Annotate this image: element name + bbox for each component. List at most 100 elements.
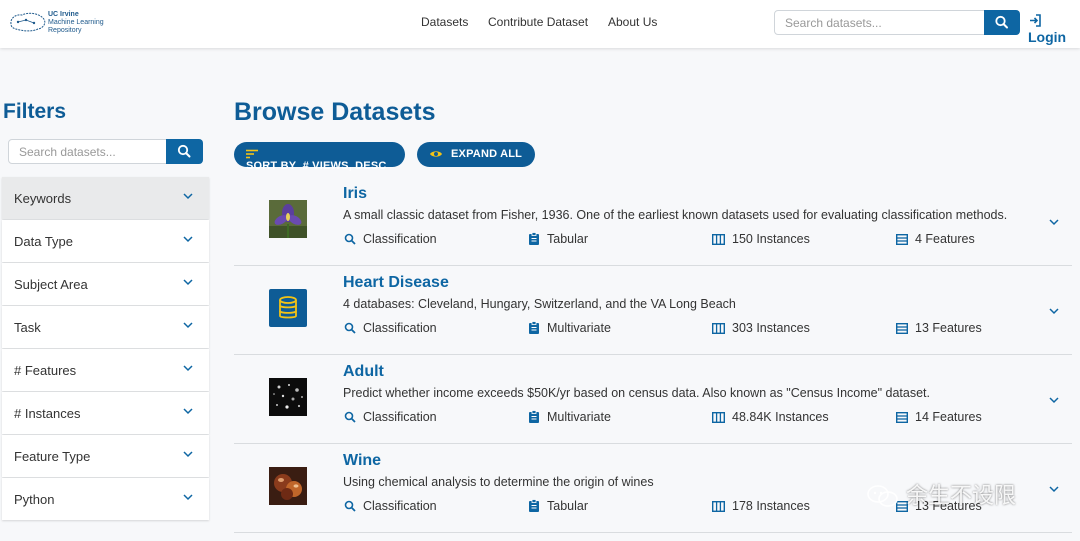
chevron-down-icon [183, 494, 193, 501]
clipboard-icon [529, 499, 539, 512]
watermark: 余生不设限 [866, 478, 1016, 510]
dataset-description: Predict whether income exceeds $50K/yr b… [343, 386, 930, 400]
filters-title: Filters [3, 100, 67, 123]
search-icon [344, 322, 356, 334]
data-type-label: Multivariate [547, 410, 611, 424]
dataset-data-type: Multivariate [528, 321, 611, 335]
columns-icon [711, 233, 726, 246]
dataset-name[interactable]: Iris [343, 185, 367, 203]
dataset-task: Classification [344, 232, 437, 246]
filter-feature-type[interactable]: Feature Type [2, 435, 209, 477]
task-label: Classification [363, 321, 437, 335]
dataset-description: A small classic dataset from Fisher, 193… [343, 208, 1008, 222]
logo-text: UC Irvine Machine Learning Repository [48, 11, 104, 35]
dataset-instances: 178 Instances [711, 499, 810, 513]
columns-icon [711, 322, 726, 335]
features-label: 14 Features [915, 410, 982, 424]
dataset-instances: 48.84K Instances [711, 410, 829, 424]
logo-map-icon [10, 12, 46, 32]
chevron-down-icon [183, 322, 193, 329]
task-label: Classification [363, 499, 437, 513]
database-icon [269, 289, 307, 327]
filter-instances[interactable]: # Instances [2, 392, 209, 434]
dataset-data-type: Tabular [528, 232, 588, 246]
sidebar-search-button[interactable] [166, 139, 203, 164]
chevron-down-icon [183, 279, 193, 286]
logo-line: UC Irvine [48, 11, 79, 18]
instances-label: 150 Instances [732, 232, 810, 246]
columns-icon [711, 411, 726, 424]
task-label: Classification [363, 232, 437, 246]
dataset-features: 14 Features [895, 410, 982, 424]
search-icon [177, 144, 191, 158]
dataset-thumbnail [269, 200, 307, 238]
filter-features[interactable]: # Features [2, 349, 209, 391]
dataset-row-iris[interactable]: Iris A small classic dataset from Fisher… [234, 177, 1072, 266]
filter-keywords[interactable]: Keywords [2, 177, 209, 219]
data-type-label: Tabular [547, 232, 588, 246]
nav-datasets[interactable]: Datasets [421, 15, 468, 29]
top-header: UC Irvine Machine Learning Repository Da… [0, 0, 1080, 48]
nav-contribute-dataset[interactable]: Contribute Dataset [488, 15, 588, 29]
dataset-features: 13 Features [895, 321, 982, 335]
dataset-thumbnail [269, 378, 307, 416]
expand-all-label: EXPAND ALL [451, 148, 523, 160]
dataset-thumbnail [269, 289, 307, 327]
sort-icon [246, 149, 258, 159]
dataset-name[interactable]: Wine [343, 452, 381, 470]
data-type-label: Multivariate [547, 321, 611, 335]
rows-icon [895, 322, 909, 335]
features-label: 13 Features [915, 321, 982, 335]
logo-line: Machine Learning [48, 19, 104, 26]
sort-label: SORT BY # VIEWS, DESC [246, 160, 387, 172]
login-link[interactable]: Login [1028, 13, 1080, 45]
filter-data-type[interactable]: Data Type [2, 220, 209, 262]
filter-label: Task [14, 320, 41, 335]
sort-button[interactable]: SORT BY # VIEWS, DESC [234, 142, 405, 172]
search-icon [344, 500, 356, 512]
rows-icon [895, 233, 909, 246]
uci-logo[interactable]: UC Irvine Machine Learning Repository [8, 10, 104, 36]
wechat-icon [867, 485, 898, 507]
instances-label: 178 Instances [732, 499, 810, 513]
chevron-down-icon[interactable] [1049, 396, 1059, 404]
dataset-row-adult[interactable]: Adult Predict whether income exceeds $50… [234, 355, 1072, 444]
dataset-task: Classification [344, 321, 437, 335]
dataset-row-heart-disease[interactable]: Heart Disease 4 databases: Cleveland, Hu… [234, 266, 1072, 355]
dataset-name[interactable]: Adult [343, 363, 384, 381]
filter-subject-area[interactable]: Subject Area [2, 263, 209, 305]
header-search-input[interactable]: Search datasets... [774, 10, 985, 35]
chevron-down-icon[interactable] [1049, 307, 1059, 315]
dataset-thumbnail [269, 467, 307, 505]
filter-label: Data Type [14, 234, 74, 249]
filter-task[interactable]: Task [2, 306, 209, 348]
filter-label: # Instances [14, 406, 81, 421]
filter-label: Feature Type [14, 449, 91, 464]
filter-label: Keywords [14, 191, 72, 206]
expand-all-button[interactable]: EXPAND ALL [417, 142, 535, 167]
search-icon [995, 15, 1008, 29]
dataset-description: 4 databases: Cleveland, Hungary, Switzer… [343, 297, 736, 311]
sidebar-search-input[interactable]: Search datasets... [8, 139, 167, 164]
search-icon [344, 411, 356, 423]
dataset-data-type: Multivariate [528, 410, 611, 424]
chevron-down-icon [183, 193, 193, 200]
eye-icon [430, 151, 442, 157]
nav-about-us[interactable]: About Us [608, 15, 657, 29]
rows-icon [895, 411, 909, 424]
dataset-data-type: Tabular [528, 499, 588, 513]
dataset-name[interactable]: Heart Disease [343, 274, 449, 292]
iris-flower-image [269, 200, 307, 238]
chevron-down-icon [183, 365, 193, 372]
data-type-label: Tabular [547, 499, 588, 513]
filter-label: # Features [14, 363, 77, 378]
header-search-button[interactable] [984, 10, 1020, 35]
filter-label: Subject Area [14, 277, 88, 292]
login-icon [1030, 14, 1041, 27]
page-title: Browse Datasets [234, 98, 436, 126]
clipboard-icon [529, 410, 539, 423]
chevron-down-icon[interactable] [1049, 218, 1059, 226]
chevron-down-icon[interactable] [1049, 485, 1059, 493]
filter-python[interactable]: Python [2, 478, 209, 520]
instances-label: 303 Instances [732, 321, 810, 335]
